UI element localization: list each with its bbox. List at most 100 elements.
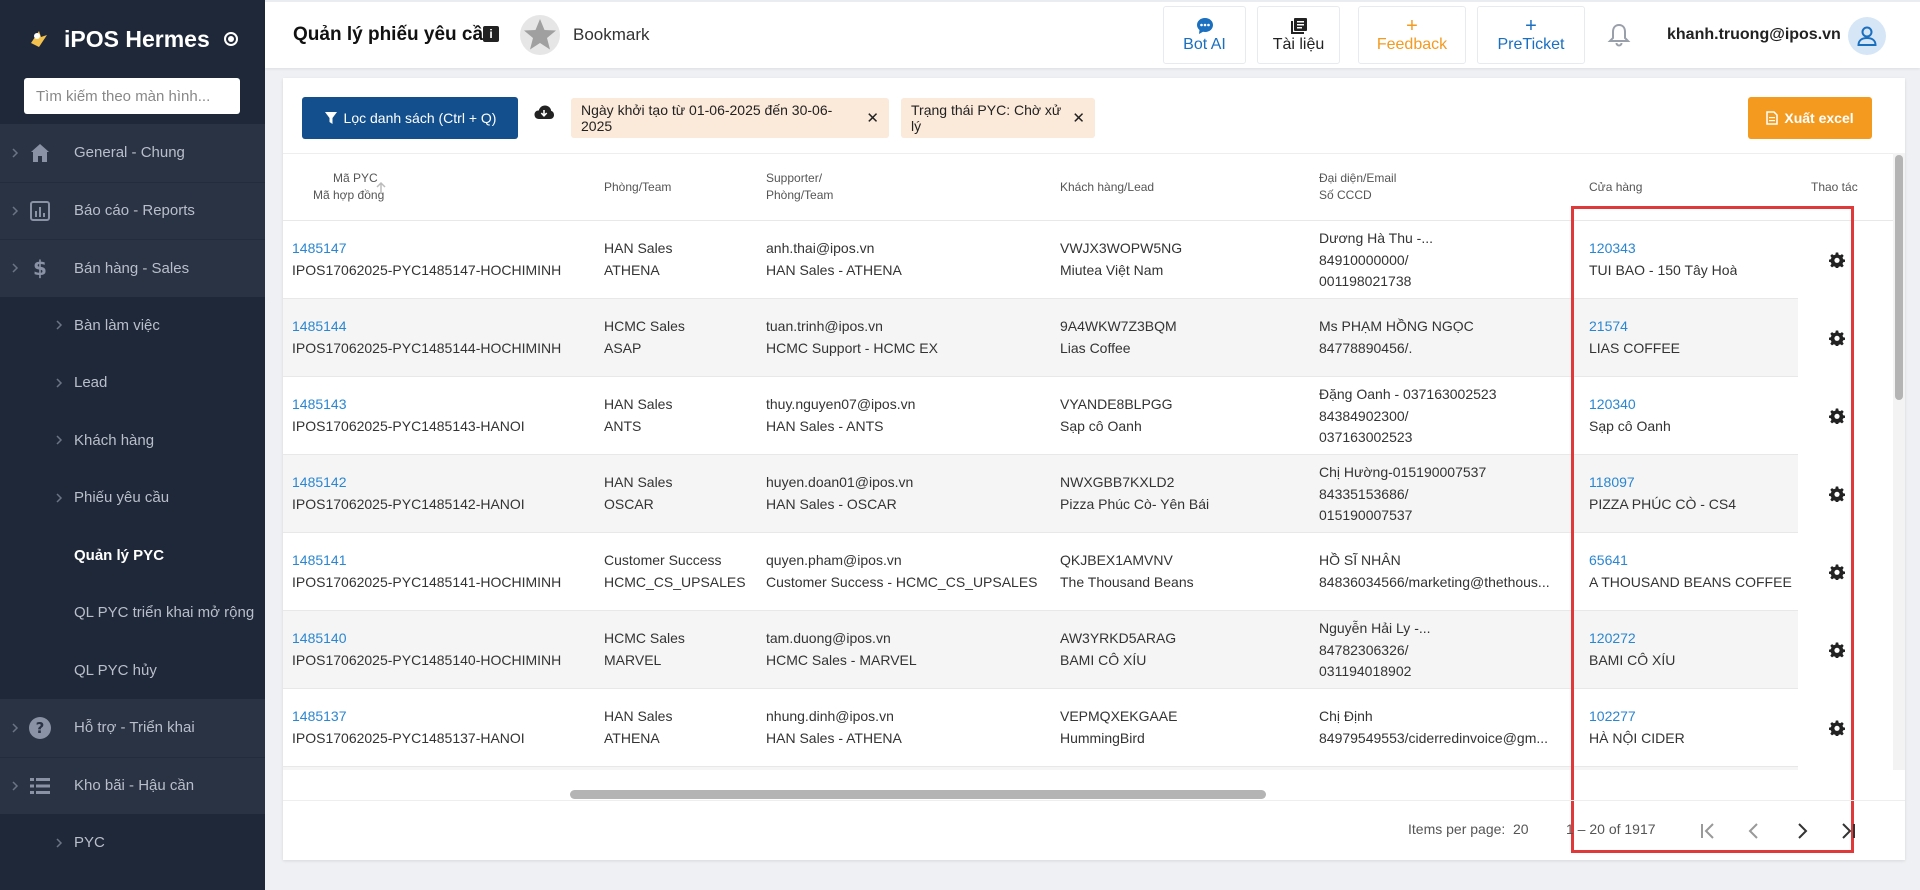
radio-toggle-icon[interactable]	[223, 32, 238, 46]
table-row[interactable]: 1485144 IPOS17062025-PYC1485144-HOCHIMINH…	[283, 299, 1798, 377]
store-id-link[interactable]: 65641	[1589, 550, 1628, 572]
representative-id-number: 037163002523	[1319, 429, 1413, 445]
previous-page-icon[interactable]	[1740, 817, 1768, 845]
store-id-link[interactable]: 118097	[1589, 472, 1635, 494]
vertical-scrollbar[interactable]	[1893, 153, 1905, 770]
sidebar-item-sales[interactable]: $ Bán hàng - Sales	[0, 239, 265, 297]
header-label: Phòng/Team	[766, 188, 834, 202]
filter-list-button[interactable]: Lọc danh sách (Ctrl + Q)	[302, 97, 518, 139]
request-id-link[interactable]: 1485144	[292, 316, 347, 338]
sidebar-item-requests[interactable]: Phiếu yêu cầu	[0, 469, 265, 527]
items-per-page-select[interactable]: 20	[1513, 821, 1529, 837]
sidebar-item-label: Phiếu yêu cầu	[74, 489, 170, 507]
customer-name: BAMI CÔ XÍU	[1060, 651, 1147, 668]
column-header-customer[interactable]: Khách hàng/Lead	[1060, 179, 1154, 196]
bar-chart-icon	[28, 199, 52, 223]
filter-icon	[324, 112, 337, 124]
bell-icon[interactable]	[1606, 22, 1632, 48]
sidebar-item-pyc[interactable]: PYC	[0, 814, 265, 872]
brand[interactable]: iPOS Hermes	[0, 0, 265, 78]
table-row[interactable]: 1485141 IPOS17062025-PYC1485141-HOCHIMINH…	[283, 533, 1798, 611]
filter-chip-date[interactable]: Ngày khởi tạo từ 01-06-2025 đến 30-06-20…	[571, 98, 889, 138]
next-page-icon[interactable]	[1788, 817, 1816, 845]
chevron-right-icon	[56, 493, 63, 503]
info-icon[interactable]: i	[483, 26, 499, 42]
chevron-right-icon	[56, 838, 63, 848]
settings-gear-icon[interactable]	[1829, 252, 1845, 268]
representative-contact: 84910000000/	[1319, 251, 1409, 268]
header-label: Mã hợp đồng	[313, 188, 385, 202]
settings-gear-icon[interactable]	[1829, 642, 1845, 658]
table-header: Mã PYC Mã hợp đồng Phòng/Team Supporter/…	[283, 154, 1893, 221]
settings-gear-icon[interactable]	[1829, 486, 1845, 502]
list-icon	[28, 774, 52, 798]
column-header-supporter[interactable]: Supporter/ Phòng/Team	[766, 170, 833, 204]
last-page-icon[interactable]	[1834, 817, 1862, 845]
horizontal-scrollbar-thumb[interactable]	[570, 790, 1266, 799]
cloud-download-icon[interactable]	[533, 102, 555, 124]
sidebar-item-label: QL PYC hủy	[74, 661, 157, 679]
sidebar-item-pyc-expansion[interactable]: QL PYC triển khai mở rộng	[0, 584, 265, 642]
chevron-right-icon	[12, 148, 19, 158]
close-icon[interactable]: ✕	[866, 109, 879, 127]
settings-gear-icon[interactable]	[1829, 564, 1845, 580]
store-id-link[interactable]: 120340	[1589, 394, 1636, 416]
horizontal-scrollbar[interactable]	[283, 790, 1893, 800]
star-icon[interactable]	[519, 14, 561, 56]
column-header-representative[interactable]: Đại diện/Email Số CCCD	[1319, 170, 1396, 204]
request-id-link[interactable]: 1485147	[292, 238, 347, 260]
sidebar-item-customers[interactable]: Khách hàng	[0, 412, 265, 470]
column-header-team[interactable]: Phòng/Team	[604, 179, 671, 196]
request-id-link[interactable]: 1485137	[292, 706, 347, 728]
table-row[interactable]: 1485143 IPOS17062025-PYC1485143-HANOI HAN …	[283, 377, 1798, 455]
table-row[interactable]: 1485147 IPOS17062025-PYC1485147-HOCHIMINH…	[283, 221, 1798, 299]
store-id-link[interactable]: 102277	[1589, 706, 1636, 728]
bot-ai-button[interactable]: Bot AI	[1163, 6, 1246, 64]
store-id-link[interactable]: 120343	[1589, 238, 1636, 260]
settings-gear-icon[interactable]	[1829, 330, 1845, 346]
request-id-link[interactable]: 1485143	[292, 394, 347, 416]
first-page-icon[interactable]	[1694, 817, 1722, 845]
close-icon[interactable]: ✕	[1072, 109, 1085, 127]
sidebar-item-workspace[interactable]: Bàn làm việc	[0, 297, 265, 355]
export-excel-button[interactable]: Xuất excel	[1748, 97, 1872, 139]
chevron-right-icon	[12, 781, 19, 791]
table-row[interactable]: 1485135HCMC Salesnhung.nguyen01@ipos.vnP…	[283, 767, 1798, 770]
sidebar-item-warehouse[interactable]: Kho bãi - Hậu cần	[0, 756, 265, 814]
request-id-link[interactable]: 1485140	[292, 628, 347, 650]
customer-name: Lias Coffee	[1060, 339, 1131, 356]
sidebar-item-pyc-cancelled[interactable]: QL PYC hủy	[0, 642, 265, 700]
request-id-link[interactable]: 1485141	[292, 550, 347, 572]
export-excel-label: Xuất excel	[1784, 110, 1854, 126]
docs-button[interactable]: Tài liệu	[1257, 6, 1340, 64]
screen-search-input[interactable]	[24, 78, 240, 114]
user-email[interactable]: khanh.truong@ipos.vn	[1667, 26, 1841, 44]
document-icon	[1290, 16, 1308, 36]
avatar[interactable]	[1848, 17, 1886, 55]
docs-label: Tài liệu	[1272, 36, 1325, 53]
request-id-link[interactable]: 1485142	[292, 472, 347, 494]
sidebar-item-general[interactable]: General - Chung	[0, 124, 265, 182]
table-row[interactable]: 1485142 IPOS17062025-PYC1485142-HANOI HAN …	[283, 455, 1798, 533]
store-id-link[interactable]: 21574	[1589, 316, 1628, 338]
filter-chip-status[interactable]: Trạng thái PYC: Chờ xử lý ✕	[901, 98, 1095, 138]
store-id-link[interactable]: 120272	[1589, 628, 1636, 650]
vertical-scrollbar-thumb[interactable]	[1895, 155, 1903, 400]
representative-contact: 84979549553/ciderredinvoice@gm...	[1319, 729, 1549, 746]
column-header-action: Thao tác	[1811, 180, 1858, 194]
sidebar-item-manage-pyc[interactable]: Quản lý PYC	[0, 527, 265, 585]
column-header-store[interactable]: Cửa hàng	[1589, 179, 1642, 196]
bookmark-label[interactable]: Bookmark	[573, 25, 650, 45]
table-row[interactable]: 1485137 IPOS17062025-PYC1485137-HANOI HAN …	[283, 689, 1798, 767]
sidebar-item-lead[interactable]: Lead	[0, 354, 265, 412]
store-name: BAMI CÔ XÍU	[1589, 651, 1676, 668]
sort-arrow-up-icon[interactable]	[375, 181, 387, 195]
sidebar-item-reports[interactable]: Báo cáo - Reports	[0, 181, 265, 239]
settings-gear-icon[interactable]	[1829, 408, 1845, 424]
settings-gear-icon[interactable]	[1829, 720, 1845, 736]
feedback-button[interactable]: + Feedback	[1358, 6, 1466, 64]
table-row[interactable]: 1485140 IPOS17062025-PYC1485140-HOCHIMINH…	[283, 611, 1798, 689]
column-header-code[interactable]: Mã PYC Mã hợp đồng	[313, 170, 384, 204]
sidebar-item-support[interactable]: ? Hỗ trợ - Triển khai	[0, 699, 265, 757]
preticket-button[interactable]: + PreTicket	[1477, 6, 1585, 64]
